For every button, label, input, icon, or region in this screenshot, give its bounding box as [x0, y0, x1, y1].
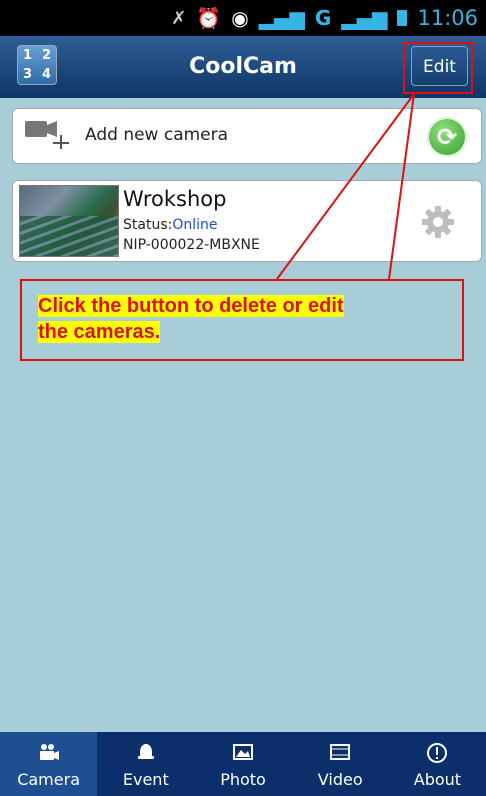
add-camera-row[interactable]: Add new camera ⟳ [12, 108, 482, 164]
film-icon [292, 742, 389, 764]
grid-label-4: 4 [41, 67, 52, 82]
signal-strength-icon: ▂▄▆ [341, 6, 388, 30]
battery-icon [397, 10, 408, 26]
bell-icon [97, 742, 194, 764]
clock: 11:06 [417, 6, 478, 30]
grid-layout-button[interactable]: 1 2 3 4 [17, 45, 57, 85]
alarm-icon: ⏰ [196, 6, 222, 30]
tab-photo-label: Photo [220, 770, 266, 789]
gear-icon[interactable] [421, 205, 455, 239]
tab-camera[interactable]: Camera [0, 732, 98, 796]
add-camera-label: Add new camera [85, 125, 229, 145]
camera-list-item[interactable]: Wrokshop Status:Online NIP-000022-MBXNE [12, 180, 482, 262]
annotation-line-1: Click the button to delete or edit [38, 295, 344, 317]
camera-thumbnail [19, 185, 119, 257]
network-type: G [314, 6, 332, 30]
annotation-text: Click the button to delete or edit the c… [38, 293, 344, 345]
wifi-icon: ◉ [231, 6, 249, 30]
edit-highlight-box [403, 42, 473, 94]
grid-label-2: 2 [41, 48, 52, 63]
tab-event[interactable]: Event [97, 732, 194, 796]
annotation-line-2: the cameras. [38, 321, 161, 343]
photo-icon [194, 742, 291, 764]
tab-about-label: About [413, 770, 462, 789]
info-icon [389, 742, 486, 764]
tab-event-label: Event [122, 770, 169, 789]
annotation-box: Click the button to delete or edit the c… [20, 279, 464, 361]
grid-label-3: 3 [22, 67, 33, 82]
grid-label-1: 1 [22, 48, 33, 63]
status-bar: ✗ ⏰ ◉ ▂▄▆ G ▂▄▆ 11:06 [0, 0, 486, 36]
camera-status-label: Status: [123, 217, 173, 233]
tab-photo[interactable]: Photo [194, 732, 291, 796]
tab-about[interactable]: About [389, 732, 486, 796]
refresh-icon[interactable]: ⟳ [427, 117, 467, 157]
signal-icon: ▂▄▆ [258, 6, 305, 30]
tab-video[interactable]: Video [292, 732, 389, 796]
tab-camera-label: Camera [17, 770, 80, 789]
tab-video-label: Video [317, 770, 363, 789]
add-camera-icon [25, 121, 69, 149]
camera-icon [0, 742, 97, 764]
camera-status: Status:Online [123, 217, 218, 233]
bottom-tab-bar: Camera Event Photo Video About [0, 732, 486, 796]
mute-icon: ✗ [171, 7, 187, 29]
camera-status-value: Online [172, 217, 218, 233]
camera-id: NIP-000022-MBXNE [123, 237, 260, 253]
camera-name: Wrokshop [123, 187, 227, 211]
